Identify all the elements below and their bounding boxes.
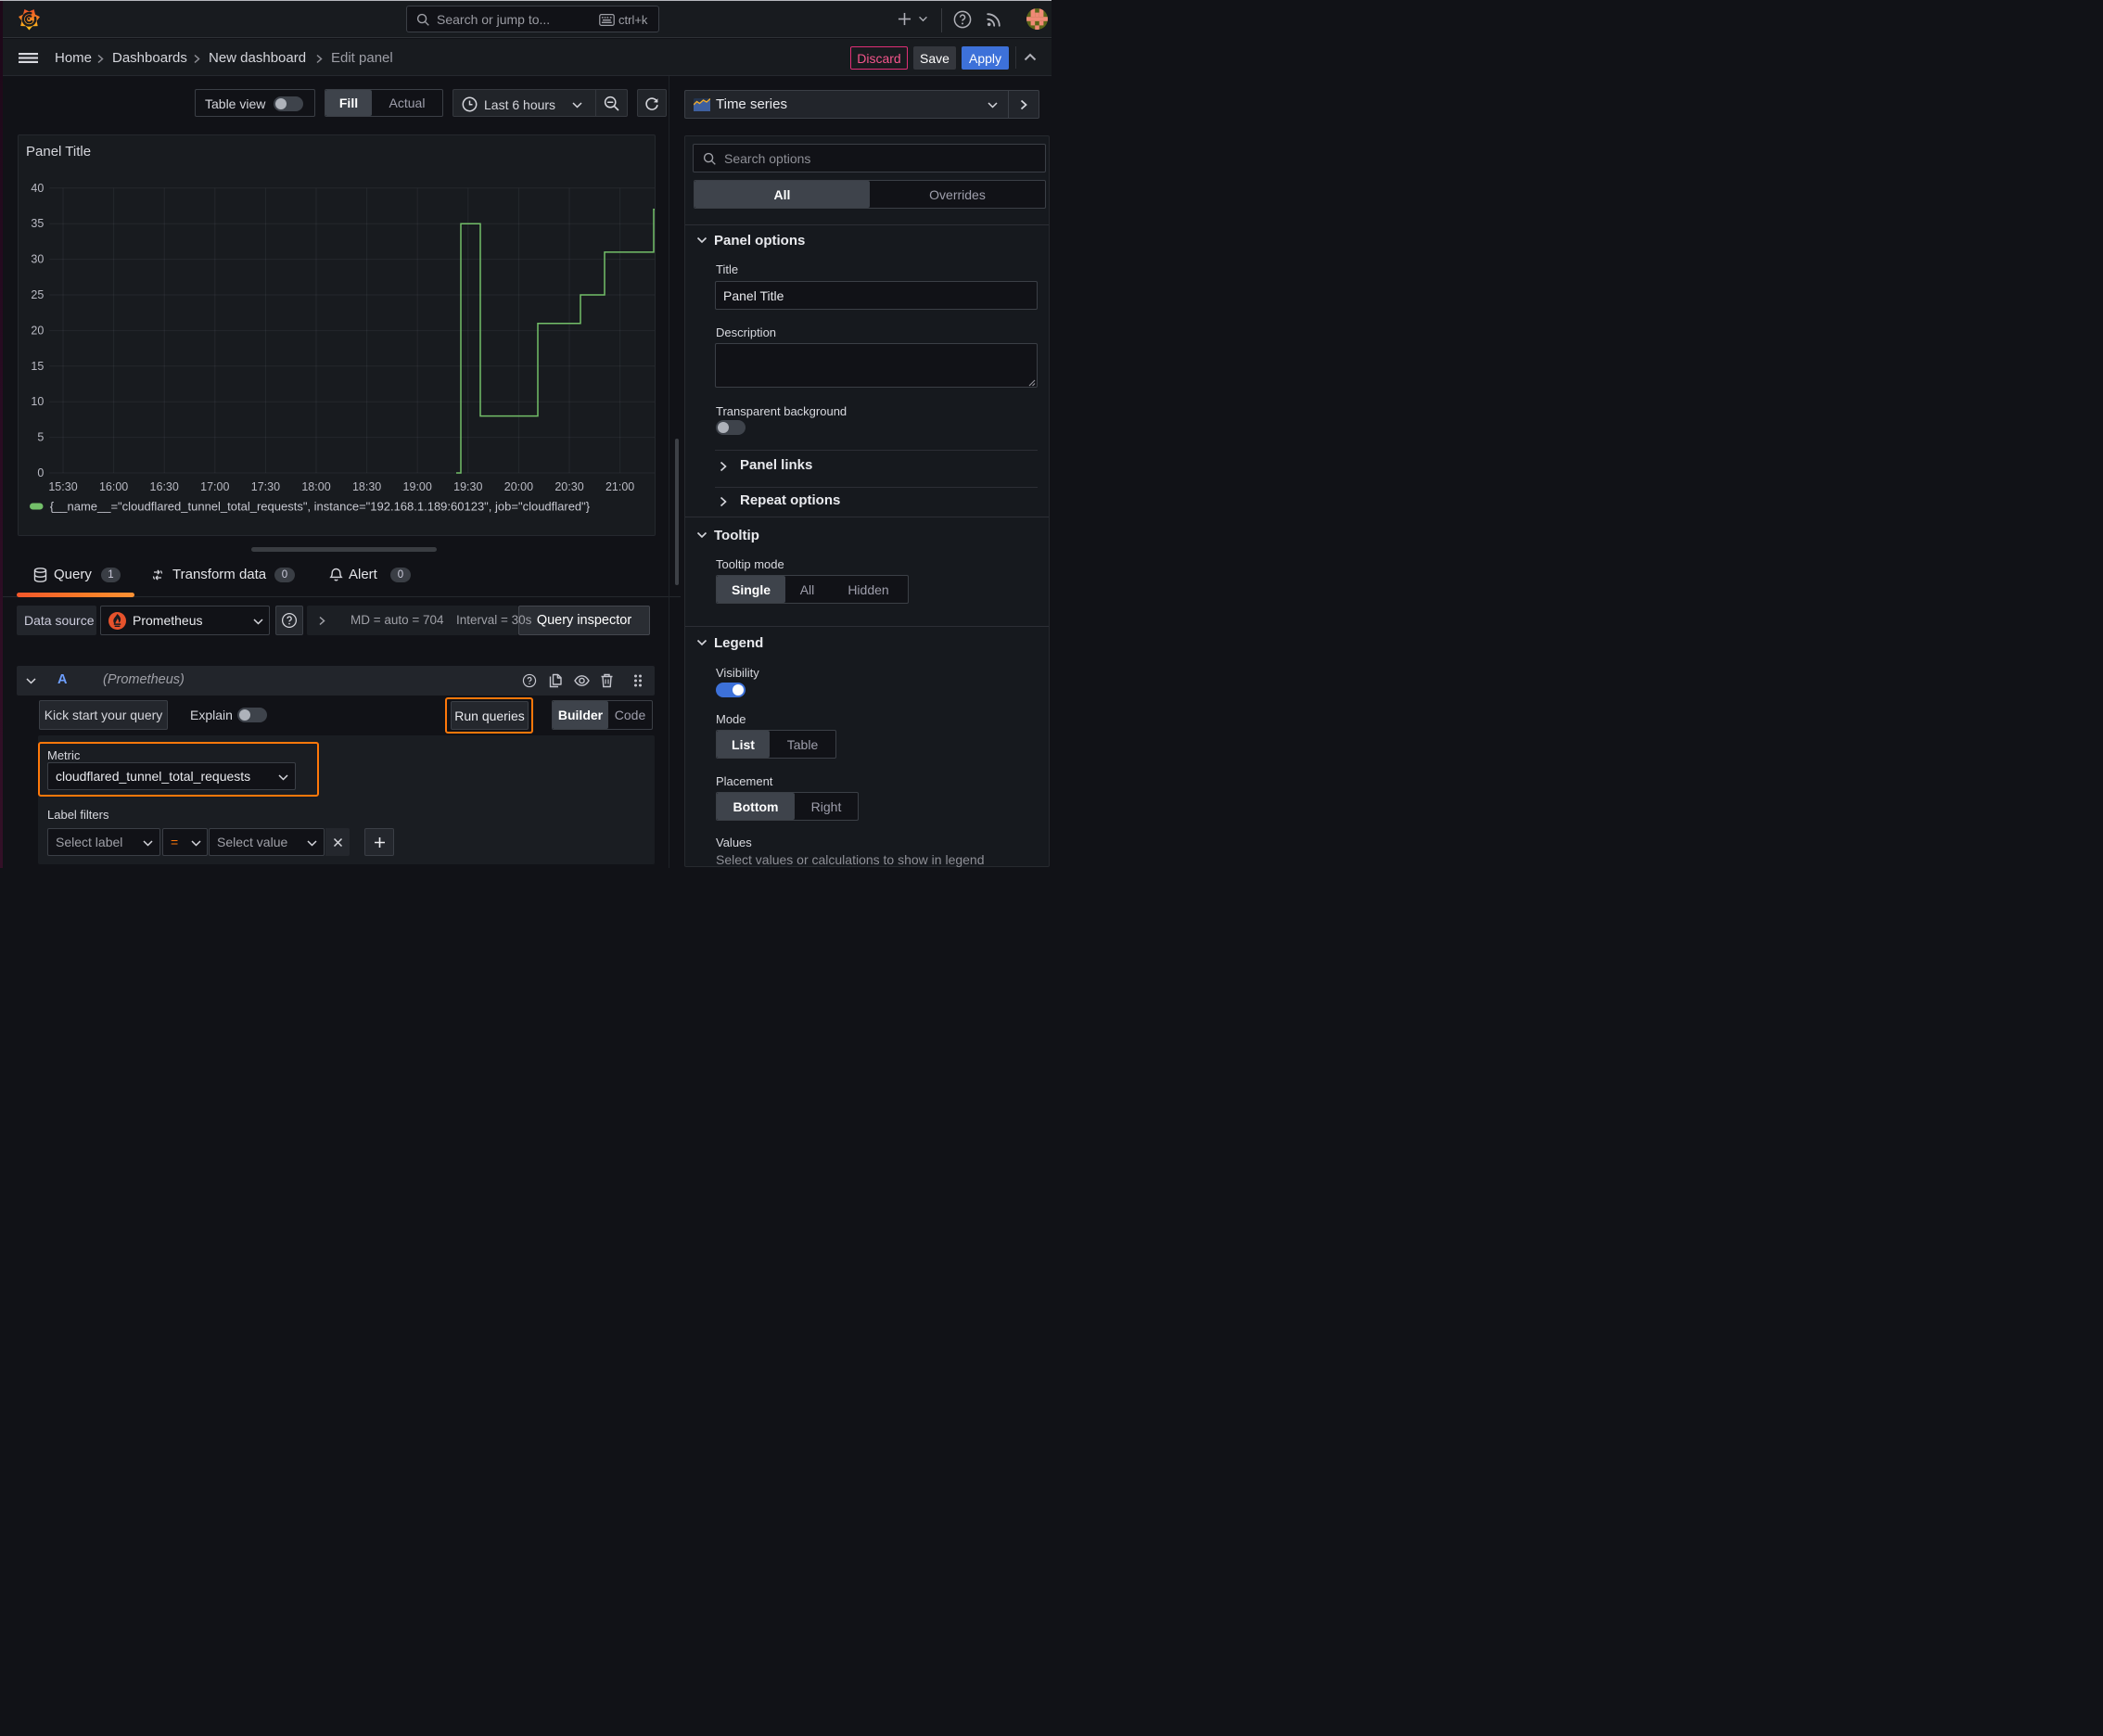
svg-text:20:00: 20:00 (504, 480, 533, 493)
svg-text:19:00: 19:00 (403, 480, 432, 493)
svg-text:35: 35 (31, 217, 44, 230)
svg-text:18:00: 18:00 (301, 480, 330, 493)
svg-text:19:30: 19:30 (453, 480, 482, 493)
svg-text:15: 15 (31, 360, 44, 373)
svg-text:40: 40 (31, 182, 44, 195)
svg-text:16:30: 16:30 (150, 480, 179, 493)
svg-text:17:00: 17:00 (200, 480, 229, 493)
svg-text:21:00: 21:00 (605, 480, 634, 493)
svg-text:0: 0 (37, 466, 44, 479)
svg-text:25: 25 (31, 288, 44, 301)
svg-text:20:30: 20:30 (554, 480, 583, 493)
svg-text:20: 20 (31, 324, 44, 337)
svg-text:18:30: 18:30 (352, 480, 381, 493)
svg-text:{__name__="cloudflared_tunnel_: {__name__="cloudflared_tunnel_total_requ… (50, 500, 591, 514)
svg-text:5: 5 (37, 431, 44, 444)
svg-text:16:00: 16:00 (99, 480, 128, 493)
svg-text:17:30: 17:30 (251, 480, 280, 493)
svg-text:10: 10 (31, 395, 44, 408)
svg-text:15:30: 15:30 (48, 480, 77, 493)
svg-text:30: 30 (31, 253, 44, 266)
